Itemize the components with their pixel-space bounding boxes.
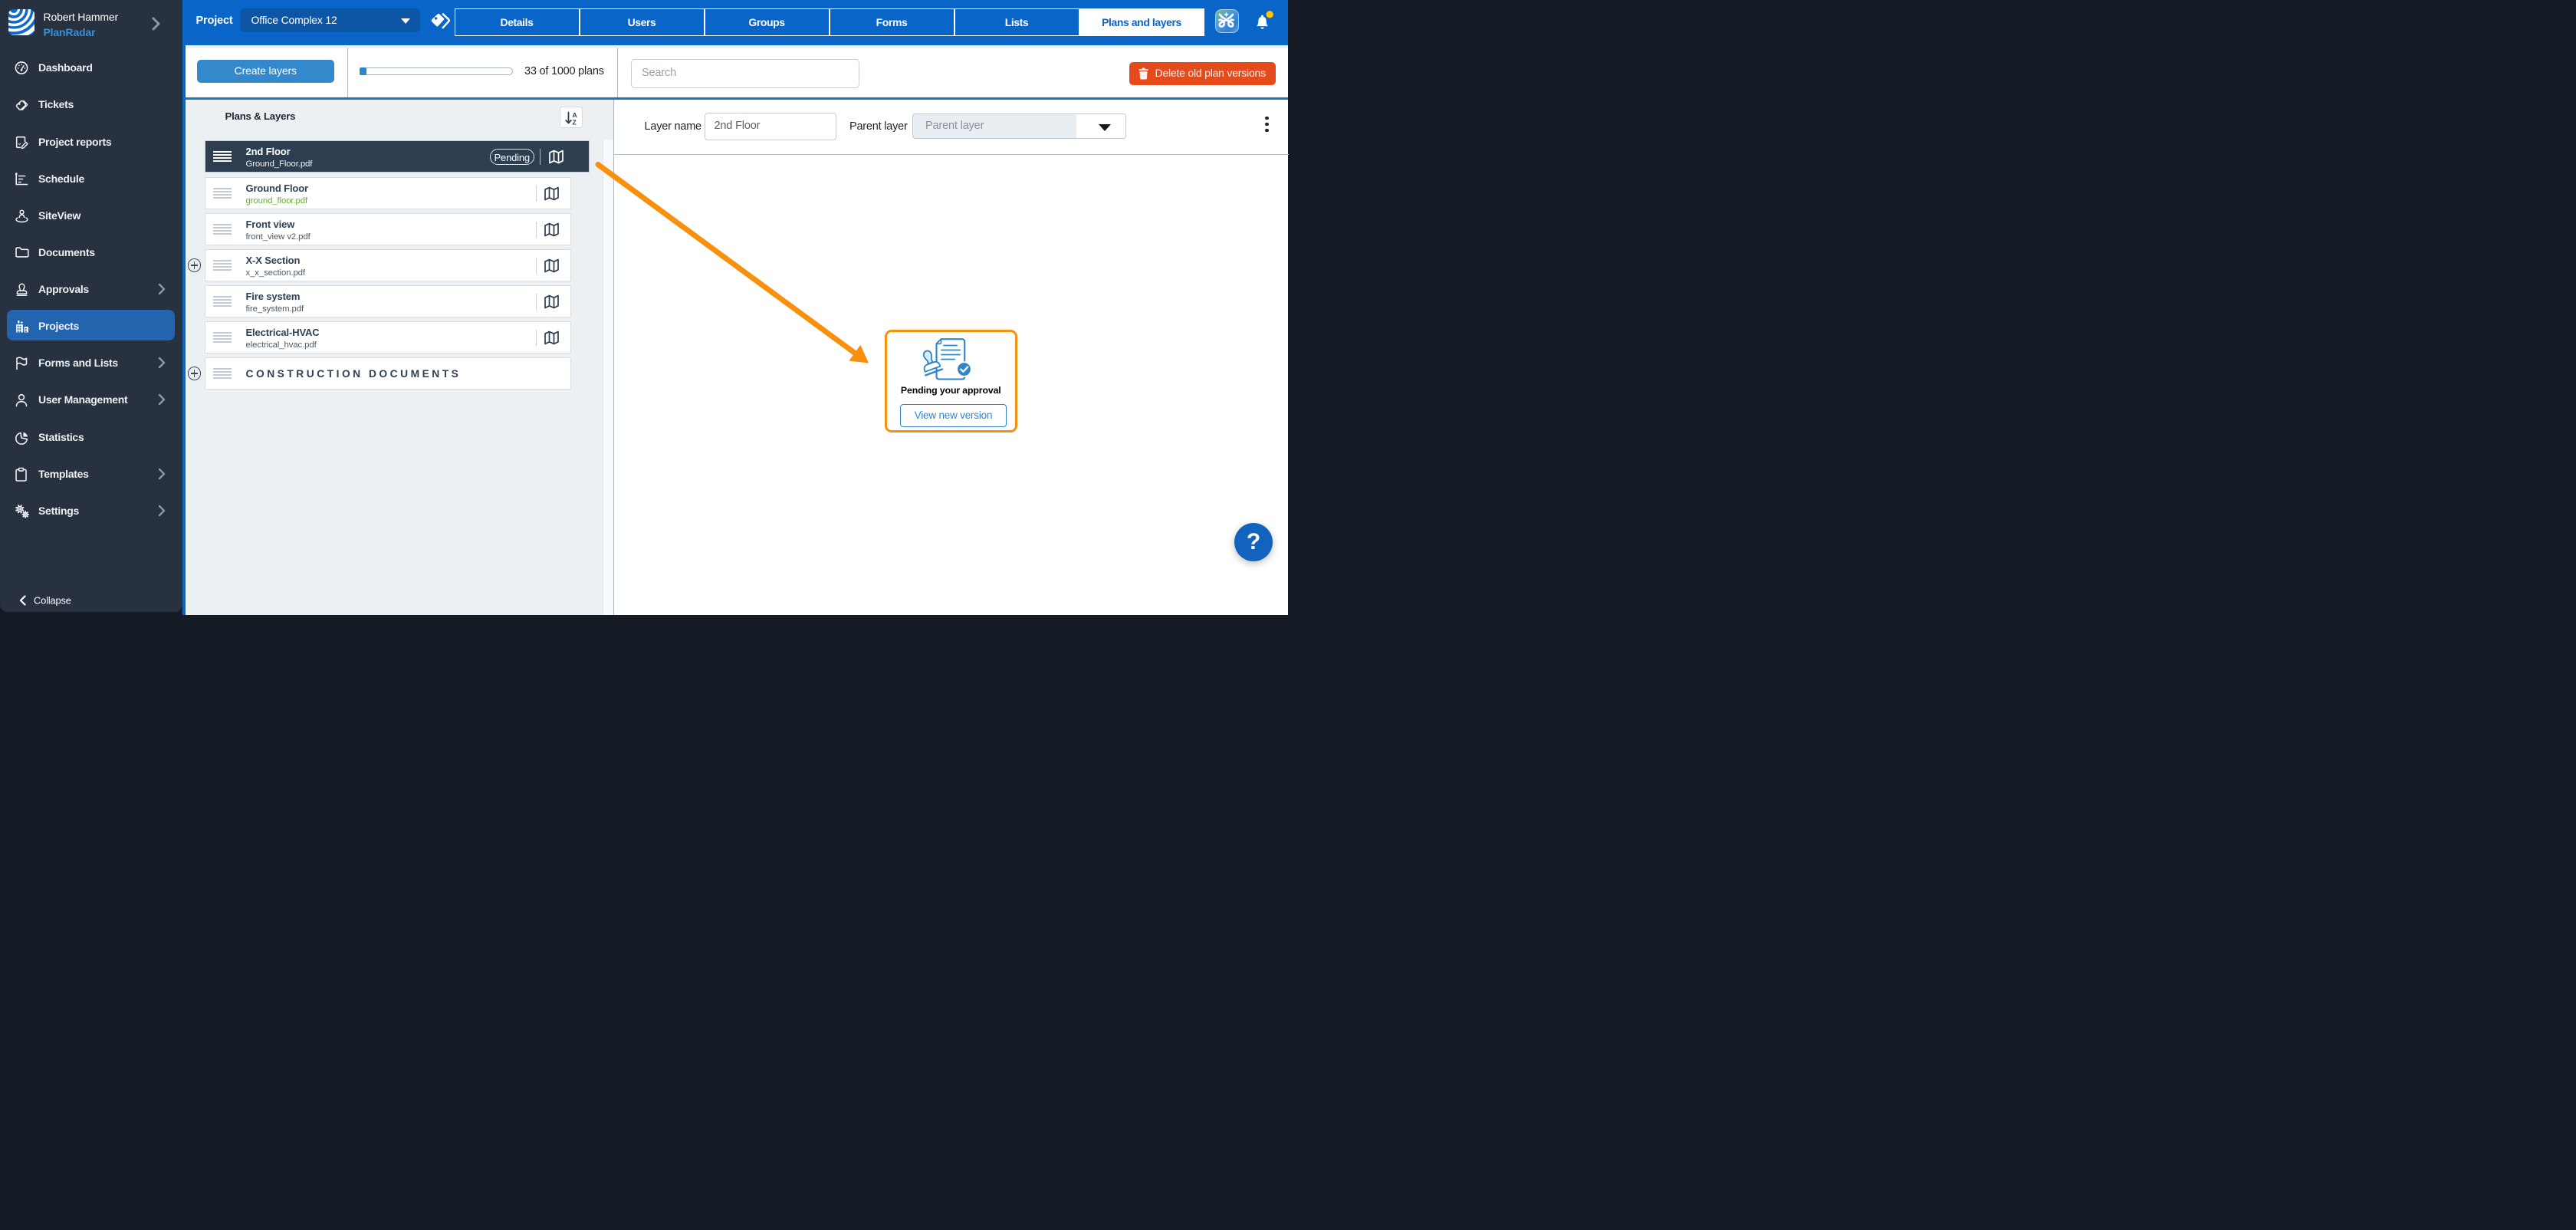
svg-text:Z: Z [572,119,576,127]
svg-text:A: A [572,111,577,119]
